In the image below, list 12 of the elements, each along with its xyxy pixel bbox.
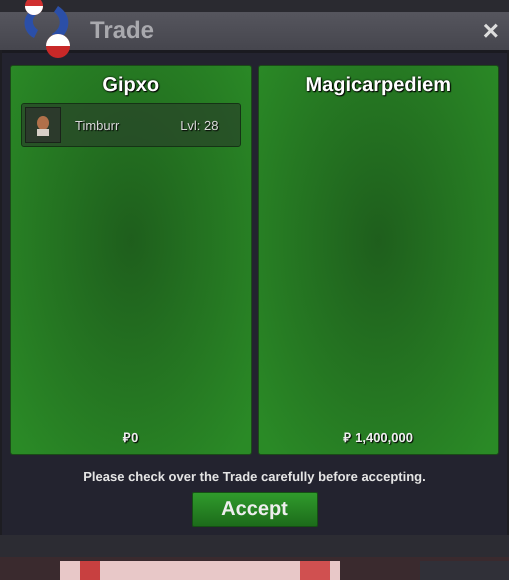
accept-button[interactable]: Accept — [192, 492, 318, 527]
notice-text: Please check over the Trade carefully before accepting. — [83, 469, 426, 484]
player-name: Gipxo — [102, 74, 160, 97]
close-button[interactable]: × — [478, 17, 503, 45]
money-amount: ₽0 — [123, 429, 138, 446]
player-name: Magicarpediem — [305, 74, 452, 97]
item-level: Lvl: 28 — [180, 118, 218, 132]
window-title: Trade — [90, 17, 154, 45]
creature-icon — [25, 107, 61, 143]
item-row[interactable]: Timburr Lvl: 28 — [21, 103, 240, 147]
money-amount: ₽ 1,400,000 — [344, 429, 413, 446]
item-name: Timburr — [75, 118, 120, 132]
